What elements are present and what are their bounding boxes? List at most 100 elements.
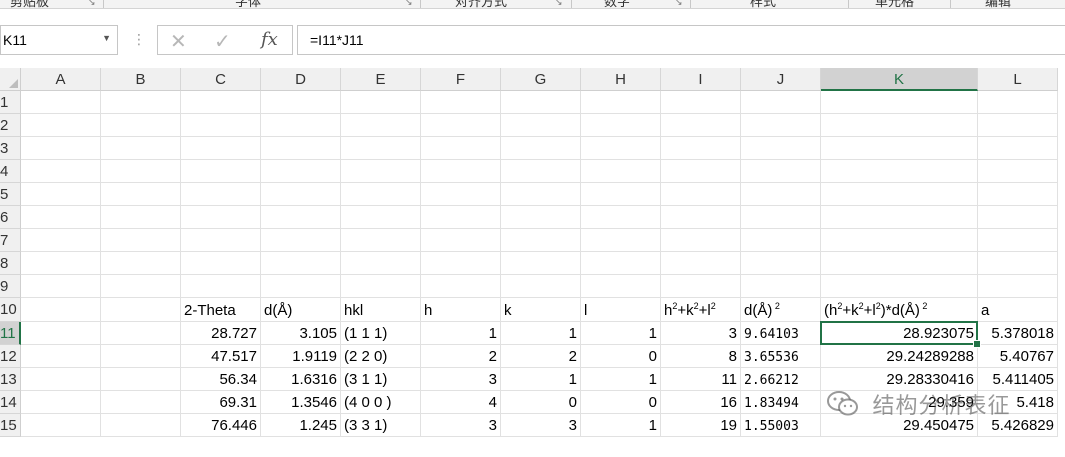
insert-function-button[interactable]: fx	[261, 29, 278, 50]
cell-k13[interactable]: 29.28330416	[821, 368, 978, 391]
cell-h5[interactable]	[581, 183, 661, 206]
cell-i14[interactable]: 16	[661, 391, 741, 414]
cell-a8[interactable]	[21, 252, 101, 275]
cell-h14[interactable]: 0	[581, 391, 661, 414]
cell-i7[interactable]	[661, 229, 741, 252]
cell-g4[interactable]	[501, 160, 581, 183]
cell-a6[interactable]	[21, 206, 101, 229]
column-header-l[interactable]: L	[978, 68, 1058, 91]
cell-j2[interactable]	[741, 114, 821, 137]
cell-l8[interactable]	[978, 252, 1058, 275]
cell-a2[interactable]	[21, 114, 101, 137]
cell-e12[interactable]: (2 2 0)	[341, 345, 421, 368]
cell-c7[interactable]	[181, 229, 261, 252]
cell-f12[interactable]: 2	[421, 345, 501, 368]
cell-a5[interactable]	[21, 183, 101, 206]
cell-g3[interactable]	[501, 137, 581, 160]
cell-l3[interactable]	[978, 137, 1058, 160]
cell-d11[interactable]: 3.105	[261, 322, 341, 345]
cell-j11[interactable]: 9.64103	[741, 322, 821, 345]
cell-h12[interactable]: 0	[581, 345, 661, 368]
cell-l7[interactable]	[978, 229, 1058, 252]
cell-i15[interactable]: 19	[661, 414, 741, 437]
cell-f8[interactable]	[421, 252, 501, 275]
ribbon-group-font[interactable]: 字体	[235, 0, 261, 8]
name-box[interactable]: K11 ▼	[0, 25, 118, 55]
cell-g9[interactable]	[501, 275, 581, 298]
cell-l2[interactable]	[978, 114, 1058, 137]
cell-e10[interactable]: hkl	[341, 298, 421, 322]
cell-l13[interactable]: 5.411405	[978, 368, 1058, 391]
cell-i1[interactable]	[661, 91, 741, 114]
column-header-a[interactable]: A	[21, 68, 101, 91]
cell-l14[interactable]: 5.418	[978, 391, 1058, 414]
cell-j1[interactable]	[741, 91, 821, 114]
cell-c13[interactable]: 56.34	[181, 368, 261, 391]
cell-c12[interactable]: 47.517	[181, 345, 261, 368]
cell-f4[interactable]	[421, 160, 501, 183]
cell-b2[interactable]	[101, 114, 181, 137]
cell-a1[interactable]	[21, 91, 101, 114]
cell-i12[interactable]: 8	[661, 345, 741, 368]
cell-b10[interactable]	[101, 298, 181, 322]
cell-h10[interactable]: l	[581, 298, 661, 322]
row-header-13[interactable]: 13	[0, 368, 21, 391]
cell-e1[interactable]	[341, 91, 421, 114]
ribbon-group-editing[interactable]: 编辑	[985, 0, 1011, 8]
chevron-down-icon[interactable]: ▼	[102, 33, 111, 43]
cell-f15[interactable]: 3	[421, 414, 501, 437]
cell-e5[interactable]	[341, 183, 421, 206]
column-header-j[interactable]: J	[741, 68, 821, 91]
row-header-9[interactable]: 9	[0, 275, 21, 298]
cell-h4[interactable]	[581, 160, 661, 183]
cell-c3[interactable]	[181, 137, 261, 160]
column-header-i[interactable]: I	[661, 68, 741, 91]
cell-g11[interactable]: 1	[501, 322, 581, 345]
cell-g10[interactable]: k	[501, 298, 581, 322]
cell-f11[interactable]: 1	[421, 322, 501, 345]
cell-c6[interactable]	[181, 206, 261, 229]
column-header-g[interactable]: G	[501, 68, 581, 91]
cell-c4[interactable]	[181, 160, 261, 183]
cell-e8[interactable]	[341, 252, 421, 275]
cell-e7[interactable]	[341, 229, 421, 252]
cell-g12[interactable]: 2	[501, 345, 581, 368]
column-header-h[interactable]: H	[581, 68, 661, 91]
cell-i4[interactable]	[661, 160, 741, 183]
cell-h1[interactable]	[581, 91, 661, 114]
cell-l5[interactable]	[978, 183, 1058, 206]
fill-handle[interactable]	[973, 340, 981, 348]
cell-i9[interactable]	[661, 275, 741, 298]
cell-e9[interactable]	[341, 275, 421, 298]
cell-h11[interactable]: 1	[581, 322, 661, 345]
row-header-8[interactable]: 8	[0, 252, 21, 275]
cell-h2[interactable]	[581, 114, 661, 137]
cell-k15[interactable]: 29.450475	[821, 414, 978, 437]
cell-b8[interactable]	[101, 252, 181, 275]
cell-b15[interactable]	[101, 414, 181, 437]
cell-k8[interactable]	[821, 252, 978, 275]
cell-b9[interactable]	[101, 275, 181, 298]
cell-d7[interactable]	[261, 229, 341, 252]
cell-a15[interactable]	[21, 414, 101, 437]
cell-e4[interactable]	[341, 160, 421, 183]
formula-text[interactable]: =I11*J11	[310, 32, 364, 48]
cell-h7[interactable]	[581, 229, 661, 252]
cell-c15[interactable]: 76.446	[181, 414, 261, 437]
cell-f7[interactable]	[421, 229, 501, 252]
cell-f9[interactable]	[421, 275, 501, 298]
check-icon[interactable]: ✓	[214, 29, 231, 54]
cell-e3[interactable]	[341, 137, 421, 160]
cell-f13[interactable]: 3	[421, 368, 501, 391]
cell-d1[interactable]	[261, 91, 341, 114]
cell-g6[interactable]	[501, 206, 581, 229]
cell-d8[interactable]	[261, 252, 341, 275]
dialog-launcher-icon[interactable]: ↘	[675, 0, 683, 8]
cell-l4[interactable]	[978, 160, 1058, 183]
ribbon-group-styles[interactable]: 样式	[750, 0, 776, 8]
cell-b4[interactable]	[101, 160, 181, 183]
cell-f5[interactable]	[421, 183, 501, 206]
cell-k6[interactable]	[821, 206, 978, 229]
cell-j6[interactable]	[741, 206, 821, 229]
cell-e14[interactable]: (4 0 0 )	[341, 391, 421, 414]
